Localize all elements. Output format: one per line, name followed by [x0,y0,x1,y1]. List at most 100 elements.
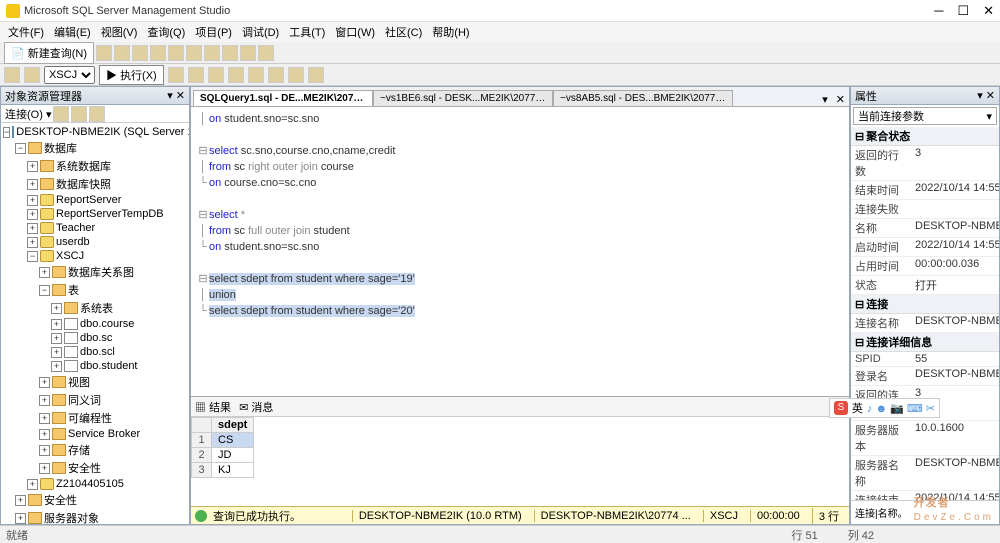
tree-sysdb[interactable]: +系统数据库 [3,157,187,175]
menu-tools[interactable]: 工具(T) [285,22,329,42]
toolbar-icon[interactable] [240,45,256,61]
menu-query[interactable]: 查询(Q) [143,22,189,42]
menu-debug[interactable]: 调试(D) [238,22,283,42]
tree-synonym[interactable]: +同义词 [3,391,187,409]
tab-vs8ab5[interactable]: ~vs8AB5.sql - DES...BME2IK\20774 (52)) [553,90,733,106]
toolbar-icon[interactable] [89,106,105,122]
toolbar-icon[interactable] [308,67,324,83]
toolbar-icon[interactable] [4,67,20,83]
tree-table-student[interactable]: +dbo.student [3,359,187,373]
close-icon[interactable]: ✕ [176,90,185,102]
tab-sqlquery1[interactable]: SQLQuery1.sql - DE...ME2IK\20774 (55))* [193,90,373,106]
status-rows: 3 行 [812,508,845,524]
tree-userdb[interactable]: +userdb [3,235,187,249]
menu-edit[interactable]: 编辑(E) [50,22,95,42]
grid-cell[interactable]: JD [212,448,254,463]
tree-diagram[interactable]: +数据库关系图 [3,263,187,281]
close-icon[interactable]: ✕ [986,90,995,102]
toolbar-icon[interactable] [150,45,166,61]
toolbar-icon[interactable] [188,67,204,83]
messages-tab[interactable]: ✉ 消息 [239,399,273,415]
toolbar-icon[interactable] [24,67,40,83]
menu-file[interactable]: 文件(F) [4,22,48,42]
tree-views[interactable]: +视图 [3,373,187,391]
tree-table-course[interactable]: +dbo.course [3,317,187,331]
dropdown-icon[interactable]: ▾ [977,90,983,102]
toolbar-icon[interactable] [96,45,112,61]
toolbar-icon[interactable] [288,67,304,83]
toolbar-icon[interactable] [248,67,264,83]
toolbar-icon[interactable] [168,67,184,83]
toolbar-icon[interactable] [168,45,184,61]
tree-srvobj[interactable]: +服务器对象 [3,509,187,524]
tab-close-icon[interactable]: ✕ [832,93,849,106]
dropdown-icon[interactable]: ▾ [167,90,173,102]
success-icon [195,510,207,522]
tree-storage[interactable]: +存储 [3,441,187,459]
close-button[interactable]: ✕ [983,3,994,19]
tree-xscj[interactable]: −XSCJ [3,249,187,263]
prop-description: 连接|名称。 [851,500,999,524]
properties-grid[interactable]: ⊟聚合状态 返回的行数3 结束时间2022/10/14 14:55:35 连接失… [851,127,999,500]
tree-teacher[interactable]: +Teacher [3,221,187,235]
window-buttons: ─ ☐ ✕ [934,3,994,19]
folder-icon [52,444,66,456]
toolbar-icon[interactable] [53,106,69,122]
folder-icon [28,494,42,506]
menu-community[interactable]: 社区(C) [381,22,426,42]
tree-tables[interactable]: −表 [3,281,187,299]
menu-window[interactable]: 窗口(W) [331,22,379,42]
toolbar-icon[interactable] [268,67,284,83]
grid-cell[interactable]: CS [212,433,254,448]
menu-view[interactable]: 视图(V) [97,22,142,42]
new-query-button[interactable]: 📄 新建查询(N) [4,42,94,64]
prop-category[interactable]: ⊟聚合状态 [851,127,999,146]
tab-vs1be6[interactable]: ~vs1BE6.sql - DESK...ME2IK\20774 (53))* [373,90,553,106]
toolbar-icon[interactable] [186,45,202,61]
toolbar-icon[interactable] [71,106,87,122]
sql-editor[interactable]: │on student.sno=sc.sno ⊟select sc.sno,co… [191,107,849,396]
tree-table-scl[interactable]: +dbo.scl [3,345,187,359]
tree-table-sc[interactable]: +dbo.sc [3,331,187,345]
menu-help[interactable]: 帮助(H) [428,22,473,42]
tree-server[interactable]: −DESKTOP-NBME2IK (SQL Server 10.0.160 [3,125,187,139]
toolbar-icon[interactable] [204,45,220,61]
dropdown-icon[interactable]: ▾ [818,93,832,106]
database-icon [40,236,54,248]
results-tab[interactable]: ▦ 结果 [195,399,231,415]
execute-button[interactable]: ▶ 执行(X) [99,65,164,85]
property-selector[interactable]: 当前连接参数▾ [853,107,997,125]
tree-prog[interactable]: +可编程性 [3,409,187,427]
toolbar-icon[interactable] [132,45,148,61]
tree-reportservertemp[interactable]: +ReportServerTempDB [3,207,187,221]
connect-dropdown[interactable]: 连接(O) ▾ [5,106,51,122]
tree-snapshot[interactable]: +数据库快照 [3,175,187,193]
prop-category[interactable]: ⊟连接详细信息 [851,333,999,352]
object-tree[interactable]: −DESKTOP-NBME2IK (SQL Server 10.0.160 −数… [1,123,189,524]
col-header[interactable]: sdept [212,418,254,433]
toolbar-icon[interactable] [222,45,238,61]
tree-systables[interactable]: +系统表 [3,299,187,317]
database-icon [40,250,54,262]
tree-security[interactable]: +安全性 [3,459,187,477]
toolbar-icon[interactable] [228,67,244,83]
ime-indicator[interactable]: S英♪ ☻ 📷 ⌨ ✂ [829,398,940,418]
status-db: XSCJ [703,510,744,522]
toolbar-icon[interactable] [258,45,274,61]
tree-userz[interactable]: +Z2104405105 [3,477,187,491]
prop-category[interactable]: ⊟连接 [851,295,999,314]
tree-sec2[interactable]: +安全性 [3,491,187,509]
database-selector[interactable]: XSCJ [44,66,95,84]
toolbar-icon[interactable] [208,67,224,83]
tree-databases[interactable]: −数据库 [3,139,187,157]
results-grid[interactable]: sdept 1CS 2JD 3KJ [191,416,849,506]
grid-cell[interactable]: KJ [212,463,254,478]
menu-project[interactable]: 项目(P) [191,22,236,42]
tree-broker[interactable]: +Service Broker [3,427,187,441]
tree-reportserver[interactable]: +ReportServer [3,193,187,207]
app-title: Microsoft SQL Server Management Studio [24,5,934,17]
minimize-button[interactable]: ─ [934,3,943,19]
toolbar-icon[interactable] [114,45,130,61]
status-server: DESKTOP-NBME2IK (10.0 RTM) [352,510,528,522]
maximize-button[interactable]: ☐ [957,3,969,19]
